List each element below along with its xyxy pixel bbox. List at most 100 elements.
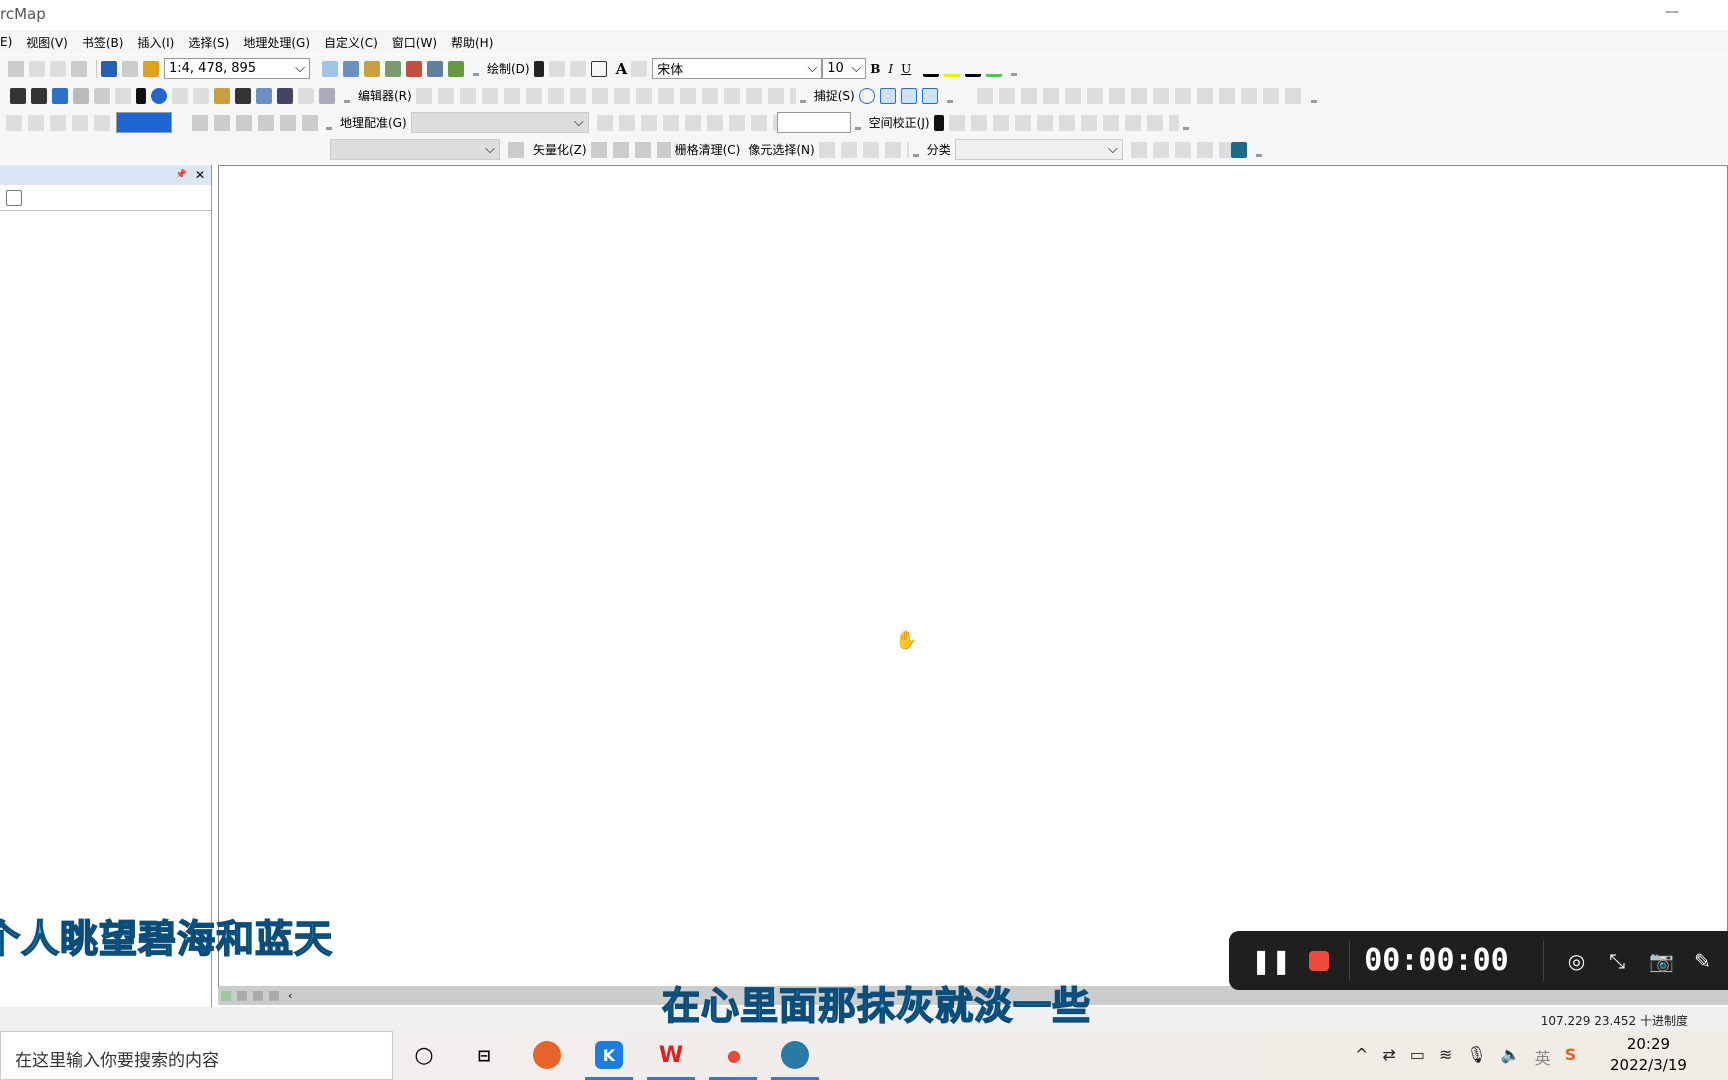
- select-elements-icon[interactable]: [533, 60, 544, 77]
- menu-item[interactable]: 自定义(C): [324, 32, 378, 53]
- python-icon[interactable]: [427, 60, 443, 77]
- pause-icon[interactable]: ❚❚: [1251, 947, 1291, 975]
- pen-icon[interactable]: ✎: [1694, 949, 1711, 973]
- find-icon[interactable]: [235, 87, 251, 104]
- clock[interactable]: 20:29 2022/3/19: [1610, 1034, 1687, 1076]
- select-features-icon[interactable]: [94, 87, 110, 104]
- collapse-icon[interactable]: ⤡: [1609, 949, 1625, 973]
- underline-button[interactable]: U: [901, 62, 911, 76]
- zoom-percent-combo[interactable]: 100%: [116, 112, 172, 133]
- menu-item[interactable]: 插入(I): [137, 32, 174, 53]
- fixed-zoom-in-icon[interactable]: [10, 87, 26, 104]
- volume-icon[interactable]: 🔈: [1501, 1045, 1521, 1069]
- callout-icon[interactable]: [631, 60, 648, 77]
- firefox-icon[interactable]: [533, 1041, 561, 1069]
- layout-view-tools[interactable]: [192, 114, 322, 131]
- font-color-icon[interactable]: [923, 61, 940, 77]
- network-switch-icon[interactable]: ⇄: [1382, 1045, 1395, 1069]
- toc-window-icon[interactable]: [343, 60, 359, 77]
- menu-item[interactable]: 选择(S): [188, 32, 229, 53]
- text-tool[interactable]: A: [616, 60, 628, 78]
- zoom-whole-page-icon[interactable]: [569, 60, 586, 77]
- font-size-combo[interactable]: 10 ⌵: [822, 58, 867, 79]
- classification-combo[interactable]: ⌵: [954, 139, 1123, 160]
- rotate-icon[interactable]: [548, 60, 565, 77]
- menu-item[interactable]: 帮助(H): [451, 32, 493, 53]
- fixed-zoom-out-icon[interactable]: [31, 87, 47, 104]
- cortana-icon[interactable]: ○: [410, 1041, 438, 1069]
- region-capture-icon[interactable]: ◎: [1568, 949, 1585, 973]
- layout-tools[interactable]: [6, 114, 116, 131]
- scroll-left-icon[interactable]: ‹: [288, 989, 292, 1002]
- vectorization-menu[interactable]: 矢量化(Z): [533, 141, 587, 158]
- rectangle-icon[interactable]: [590, 60, 607, 77]
- menu-item[interactable]: 地理处理(G): [243, 32, 310, 53]
- menu-item[interactable]: E): [0, 33, 12, 51]
- show-hidden-icons-icon[interactable]: ^: [1355, 1045, 1368, 1069]
- wps-icon[interactable]: W: [657, 1041, 685, 1069]
- point-snap-icon[interactable]: [858, 87, 875, 104]
- undo-icon[interactable]: [101, 60, 117, 77]
- menu-item[interactable]: 书签(B): [82, 32, 124, 53]
- task-view-icon[interactable]: ⊟: [470, 1041, 498, 1069]
- redo-icon[interactable]: [122, 60, 138, 77]
- list-by-drawing-order-icon[interactable]: [6, 189, 22, 206]
- add-data-icon[interactable]: [143, 60, 159, 77]
- editor-menu[interactable]: 编辑器(R): [358, 87, 412, 104]
- forward-icon[interactable]: [73, 87, 89, 104]
- edge-snap-icon[interactable]: [921, 87, 938, 104]
- arcmap-app-icon[interactable]: [781, 1041, 809, 1069]
- pause-drawing-icon[interactable]: [269, 990, 279, 1001]
- battery-icon[interactable]: ▭: [1410, 1045, 1425, 1069]
- arctoolbox-icon[interactable]: [406, 60, 422, 77]
- menu-item[interactable]: 窗口(W): [392, 32, 437, 53]
- select-elements-icon-2[interactable]: [933, 114, 944, 131]
- spatial-adjustment-menu[interactable]: 空间校正(J): [869, 114, 930, 131]
- catalog-icon[interactable]: [364, 60, 380, 77]
- ime-indicator[interactable]: 英: [1535, 1045, 1551, 1069]
- clear-selection-icon[interactable]: [115, 87, 131, 104]
- scale-combo[interactable]: 1:4, 478, 895 ⌵: [164, 58, 310, 79]
- minimize-button[interactable]: —: [1665, 4, 1685, 22]
- find-route-icon[interactable]: [256, 87, 272, 104]
- time-slider-icon[interactable]: [298, 87, 314, 104]
- sogou-input-icon[interactable]: S: [1565, 1045, 1577, 1069]
- go-to-xy-icon[interactable]: [277, 87, 293, 104]
- kugou-icon[interactable]: K: [595, 1041, 623, 1069]
- font-combo[interactable]: 宋体 ⌵: [652, 58, 823, 79]
- camera-icon[interactable]: 📷: [1649, 949, 1674, 973]
- layout-view-icon[interactable]: [237, 990, 247, 1001]
- copy-icon[interactable]: [29, 60, 45, 77]
- classification-menu[interactable]: 分类: [927, 141, 951, 158]
- georef-layer-combo[interactable]: ⌵: [410, 112, 589, 133]
- editor-toolbar-icon[interactable]: [322, 60, 338, 77]
- end-snap-icon[interactable]: [879, 87, 896, 104]
- data-view-icon[interactable]: [221, 990, 231, 1001]
- identify-icon[interactable]: [151, 87, 167, 104]
- raster-cleanup-menu[interactable]: 栅格清理(C): [675, 141, 741, 158]
- italic-button[interactable]: I: [888, 62, 893, 76]
- georeferencing-menu[interactable]: 地理配准(G): [340, 114, 407, 131]
- georef-input[interactable]: [776, 112, 851, 133]
- delete-icon[interactable]: [71, 60, 87, 77]
- hyperlink-icon[interactable]: [172, 87, 188, 104]
- wifi-icon[interactable]: ≋: [1439, 1045, 1452, 1069]
- magnifier-icon[interactable]: [319, 87, 335, 104]
- html-popup-icon[interactable]: [193, 87, 209, 104]
- refresh-icon[interactable]: [253, 990, 263, 1001]
- modelbuilder-icon[interactable]: [448, 60, 464, 77]
- measure-icon[interactable]: [214, 87, 230, 104]
- search-window-icon[interactable]: [385, 60, 401, 77]
- bold-button[interactable]: B: [870, 62, 880, 76]
- close-icon[interactable]: ✕: [195, 168, 205, 182]
- cut-icon[interactable]: [8, 60, 24, 77]
- recorder-app-icon[interactable]: ●: [720, 1041, 748, 1069]
- draw-menu[interactable]: 绘制(D): [487, 60, 530, 77]
- map-view[interactable]: [218, 165, 1728, 987]
- line-color-icon[interactable]: [965, 61, 982, 77]
- raster-layer-combo[interactable]: ⌵: [330, 139, 500, 160]
- stop-icon[interactable]: [1309, 950, 1330, 971]
- cell-selection-menu[interactable]: 像元选择(N): [748, 141, 814, 158]
- back-icon[interactable]: [52, 87, 68, 104]
- paste-icon[interactable]: [50, 60, 66, 77]
